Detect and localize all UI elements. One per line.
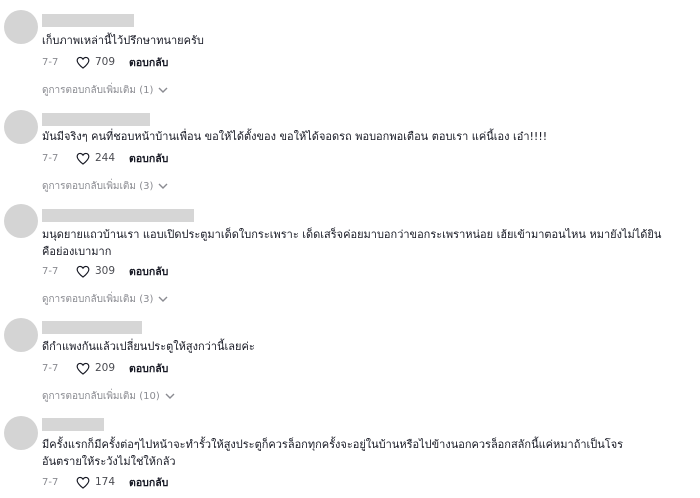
like-count: 709 (95, 56, 116, 68)
comment-text: มีครั้งแรกก็มีครั้งต่อๆไปหน้าจะทำรั้วให้… (42, 438, 624, 468)
comment-date: 7-7 (42, 152, 59, 164)
chevron-down-icon (158, 183, 168, 189)
comment-text: มันมีจริงๆ คนที่ชอบหน้าบ้านเพื่อน ขอให้ไ… (42, 130, 548, 143)
comment-date: 7-7 (42, 265, 59, 277)
comment-text: ดีกำแพงกันแล้วเปลี่ยนประตูให้สูงกว่านี้เ… (42, 340, 255, 353)
avatar[interactable] (4, 110, 38, 144)
avatar[interactable] (4, 416, 38, 450)
chevron-down-icon (158, 296, 168, 302)
comment-date: 7-7 (42, 56, 59, 68)
like-button[interactable]: 209 (76, 362, 115, 375)
reply-button[interactable]: ตอบกลับ (129, 360, 168, 377)
redacted-username[interactable] (42, 321, 142, 334)
chevron-down-icon (158, 87, 168, 93)
view-more-replies[interactable]: ดูการตอบกลับเพิ่มเติม (1) (42, 83, 168, 97)
like-count: 174 (95, 476, 116, 488)
redacted-username[interactable] (42, 14, 134, 27)
reply-button[interactable]: ตอบกลับ (129, 54, 168, 71)
heart-outline-icon (76, 476, 90, 489)
redacted-username[interactable] (42, 209, 194, 222)
comment-meta: 7-7 709 ตอบกลับ (42, 54, 168, 70)
view-more-replies[interactable]: ดูการตอบกลับเพิ่มเติม (10) (42, 389, 175, 403)
redacted-username[interactable] (42, 418, 104, 431)
redacted-username[interactable] (42, 113, 150, 126)
reply-button[interactable]: ตอบกลับ (129, 263, 168, 280)
comment-meta: 7-7 244 ตอบกลับ (42, 150, 168, 166)
reply-button[interactable]: ตอบกลับ (129, 150, 168, 167)
like-button[interactable]: 244 (76, 152, 115, 165)
reply-button[interactable]: ตอบกลับ (129, 474, 168, 491)
view-more-replies[interactable]: ดูการตอบกลับเพิ่มเติม (3) (42, 179, 168, 193)
comment-meta: 7-7 309 ตอบกลับ (42, 263, 168, 279)
like-count: 209 (95, 362, 116, 374)
avatar[interactable] (4, 204, 38, 238)
comment-text: เก็บภาพเหล่านี้ไว้ปรึกษาทนายครับ (42, 34, 204, 47)
heart-outline-icon (76, 152, 90, 165)
like-button[interactable]: 174 (76, 476, 115, 489)
heart-outline-icon (76, 265, 90, 278)
avatar[interactable] (4, 10, 38, 44)
view-more-replies-label: ดูการตอบกลับเพิ่มเติม (10) (42, 390, 160, 402)
view-more-replies-label: ดูการตอบกลับเพิ่มเติม (3) (42, 293, 154, 305)
heart-outline-icon (76, 56, 90, 69)
heart-outline-icon (76, 362, 90, 375)
like-count: 244 (95, 152, 116, 164)
avatar[interactable] (4, 318, 38, 352)
comment-meta: 7-7 174 ตอบกลับ (42, 474, 168, 490)
comment-text: มนุดยายแถวบ้านเรา แอบเปิดประตูมาเด็ดใบกร… (42, 228, 662, 258)
view-more-replies[interactable]: ดูการตอบกลับเพิ่มเติม (3) (42, 292, 168, 306)
like-button[interactable]: 709 (76, 56, 115, 69)
view-more-replies-label: ดูการตอบกลับเพิ่มเติม (3) (42, 180, 154, 192)
comment-date: 7-7 (42, 362, 59, 374)
comment-date: 7-7 (42, 476, 59, 488)
like-count: 309 (95, 265, 116, 277)
like-button[interactable]: 309 (76, 265, 115, 278)
view-more-replies-label: ดูการตอบกลับเพิ่มเติม (1) (42, 84, 154, 96)
chevron-down-icon (165, 393, 175, 399)
comment-meta: 7-7 209 ตอบกลับ (42, 360, 168, 376)
